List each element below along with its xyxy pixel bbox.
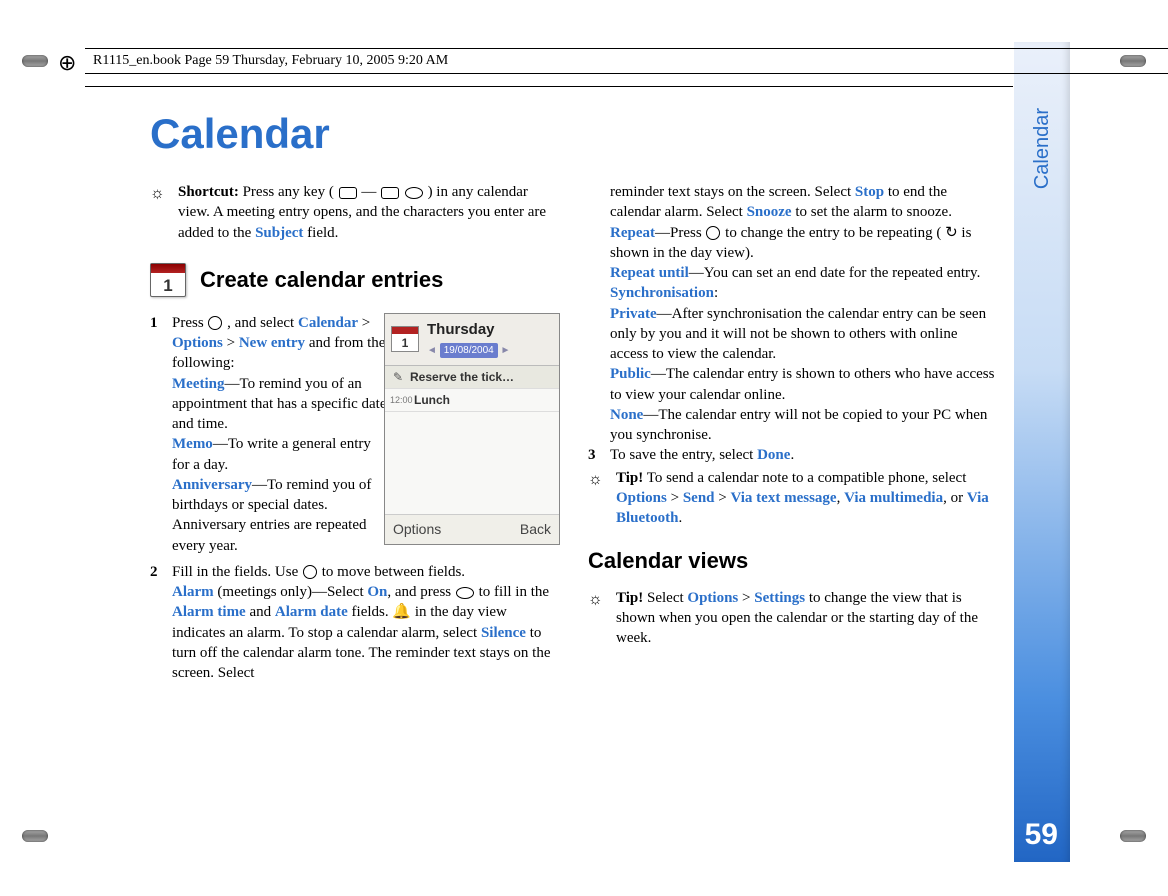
tip-label: Tip! xyxy=(616,590,643,606)
phone-row: 12:00Lunch xyxy=(385,389,559,412)
phone-screenshot: 1 Thursday ◄ 19/08/2004 ► ✎Reserve the t… xyxy=(384,313,560,545)
shortcut-label: Shortcut: xyxy=(178,184,239,200)
scroll-key-icon xyxy=(303,565,317,579)
calendar-icon: 1 xyxy=(150,263,186,297)
tip-callout: ☼ Tip! To send a calendar note to a comp… xyxy=(588,468,998,529)
binder-ring xyxy=(1120,830,1146,842)
repeat-icon: ↻ xyxy=(945,225,958,241)
step1-body: Press , and select Calendar > Options > … xyxy=(172,313,392,556)
page-number: 59 xyxy=(1025,818,1058,852)
bell-icon: 🔔 xyxy=(392,604,411,620)
step3-body: To save the entry, select Done. xyxy=(610,445,998,465)
key-icon xyxy=(405,187,423,199)
scroll-key-icon xyxy=(706,226,720,240)
left-column: ☼ Shortcut: Press any key ( — ) in any c… xyxy=(150,182,560,685)
subject-field-ref: Subject xyxy=(255,225,303,241)
bulb-icon: ☼ xyxy=(588,468,616,529)
key-icon xyxy=(339,187,357,199)
menu-key-icon xyxy=(208,316,222,330)
section-title: Create calendar entries xyxy=(200,265,443,295)
phone-date: 19/08/2004 xyxy=(440,343,498,359)
section-header: 1 Create calendar entries xyxy=(150,263,560,297)
binder-ring xyxy=(22,830,48,842)
header-text: R1115_en.book Page 59 Thursday, February… xyxy=(93,53,448,68)
step2-body: Fill in the fields. Use to move between … xyxy=(172,562,560,684)
step-number: 1 xyxy=(150,313,172,556)
phone-day: Thursday xyxy=(427,320,510,340)
side-label: Calendar xyxy=(1031,108,1054,189)
phone-softkey-right: Back xyxy=(520,520,551,539)
bulb-icon: ☼ xyxy=(588,588,616,649)
phone-softkey-left: Options xyxy=(393,520,441,539)
mini-calendar-icon: 1 xyxy=(391,326,419,352)
tip-callout: ☼ Tip! Select Options > Settings to chan… xyxy=(588,588,998,649)
subsection-title: Calendar views xyxy=(588,546,998,576)
step-number: 3 xyxy=(588,445,610,465)
header-mark-icon: ⊕ xyxy=(58,50,76,76)
shortcut-callout: ☼ Shortcut: Press any key ( — ) in any c… xyxy=(150,182,560,243)
select-key-icon xyxy=(456,587,474,599)
step-number: 2 xyxy=(150,562,172,684)
bulb-icon: ☼ xyxy=(150,182,178,243)
binder-ring xyxy=(22,55,48,67)
step2-continued: reminder text stays on the screen. Selec… xyxy=(588,182,998,445)
frame-header: ⊕ R1115_en.book Page 59 Thursday, Februa… xyxy=(85,48,1168,74)
page-rule xyxy=(85,86,1013,87)
key-icon xyxy=(381,187,399,199)
phone-row: ✎Reserve the tick… xyxy=(385,366,559,389)
page-title: Calendar xyxy=(150,110,1005,158)
right-column: reminder text stays on the screen. Selec… xyxy=(588,182,998,685)
tip-label: Tip! xyxy=(616,470,643,486)
